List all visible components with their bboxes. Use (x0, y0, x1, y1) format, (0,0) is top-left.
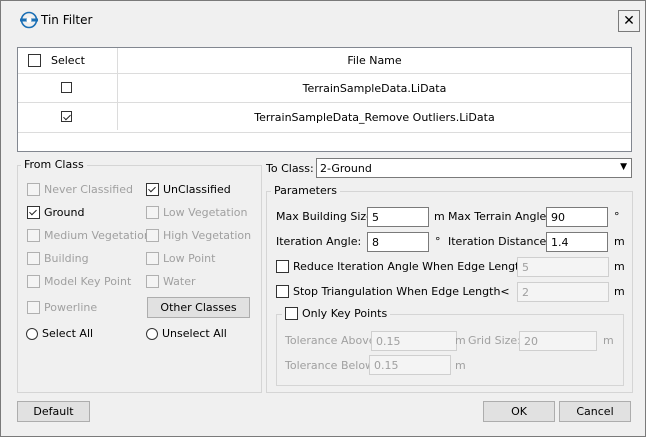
close-button[interactable]: ✕ (618, 10, 640, 32)
unit-label: ° (435, 235, 441, 248)
unit-label: m (603, 334, 614, 347)
grid-size-label: Grid Size: (468, 334, 521, 347)
max-terrain-angle-label: Max Terrain Angle: (448, 210, 550, 223)
grid-size-input[interactable]: 20 (519, 331, 597, 351)
checkbox[interactable] (276, 285, 289, 298)
to-class-value: 2-Ground (320, 161, 372, 175)
reduce-iteration-input[interactable]: 5 (517, 257, 609, 277)
tolerance-below-input[interactable]: 0.15 (369, 355, 451, 375)
to-class-label: To Class: (266, 162, 314, 175)
class-high-vegetation[interactable]: High Vegetation (146, 229, 251, 242)
checkbox[interactable] (27, 275, 40, 288)
checkbox[interactable] (27, 252, 40, 265)
checkbox[interactable] (276, 260, 289, 273)
stop-triangulation-checkbox[interactable]: Stop Triangulation When Edge Length< (276, 285, 510, 298)
unit-label: m (455, 334, 466, 347)
close-icon: ✕ (623, 13, 635, 29)
class-low-point[interactable]: Low Point (146, 252, 215, 265)
tolerance-below-label: Tolerance Below (285, 359, 375, 372)
class-low-vegetation[interactable]: Low Vegetation (146, 206, 247, 219)
class-never-classified[interactable]: Never Classified (27, 183, 133, 196)
ok-button[interactable]: OK (483, 401, 555, 422)
row-checkbox[interactable] (61, 111, 72, 122)
table-row[interactable]: TerrainSampleData.LiData (18, 73, 631, 103)
checkbox[interactable] (146, 252, 159, 265)
max-terrain-angle-input[interactable]: 90 (546, 207, 608, 227)
unit-label: ° (614, 210, 620, 223)
checkbox[interactable] (146, 275, 159, 288)
class-medium-vegetation[interactable]: Medium Vegetation (27, 229, 151, 242)
cancel-button[interactable]: Cancel (559, 401, 631, 422)
unselect-all-radio[interactable]: Unselect All (146, 327, 227, 340)
tolerance-above-input[interactable]: 0.15 (371, 331, 457, 351)
select-all-header[interactable]: Select (28, 48, 85, 73)
from-class-title: From Class (21, 158, 87, 171)
checkbox[interactable] (146, 206, 159, 219)
class-powerline[interactable]: Powerline (27, 301, 97, 314)
app-logo-icon (19, 11, 39, 29)
tolerance-above-label: Tolerance Above (285, 334, 376, 347)
other-classes-button[interactable]: Other Classes (147, 297, 250, 318)
radio[interactable] (26, 327, 38, 340)
max-building-size-label: Max Building Size: (276, 210, 377, 223)
file-name-cell: TerrainSampleData.LiData (302, 82, 447, 95)
class-unclassified[interactable]: UnClassified (146, 183, 231, 196)
header-checkbox[interactable] (28, 54, 41, 67)
checkbox[interactable] (285, 307, 298, 320)
table-row[interactable]: TerrainSampleData_Remove Outliers.LiData (18, 102, 631, 133)
checkbox[interactable] (146, 183, 159, 196)
checkbox[interactable] (146, 229, 159, 242)
only-key-points-checkbox[interactable]: Only Key Points (282, 307, 391, 320)
checkbox[interactable] (27, 301, 40, 314)
row-checkbox[interactable] (61, 82, 72, 93)
reduce-iteration-checkbox[interactable]: Reduce Iteration Angle When Edge Length< (276, 260, 536, 273)
unit-label: m (434, 210, 445, 223)
unit-label: m (614, 285, 625, 298)
class-water[interactable]: Water (146, 275, 196, 288)
file-table: Select File Name TerrainSampleData.LiDat… (17, 47, 632, 152)
class-model-key-point[interactable]: Model Key Point (27, 275, 131, 288)
select-column-header: Select (51, 54, 85, 67)
iteration-angle-label: Iteration Angle: (276, 235, 362, 248)
chevron-down-icon: ▼ (620, 162, 627, 172)
file-name-column-header: File Name (347, 54, 402, 67)
tin-filter-dialog: Tin Filter ✕ Select File Name TerrainSam… (0, 0, 646, 437)
to-class-dropdown[interactable]: 2-Ground ▼ (316, 158, 632, 178)
unit-label: m (614, 235, 625, 248)
iteration-distance-input[interactable]: 1.4 (546, 232, 608, 252)
class-ground[interactable]: Ground (27, 206, 84, 219)
unit-label: m (614, 260, 625, 273)
default-button[interactable]: Default (17, 401, 90, 422)
checkbox[interactable] (27, 206, 40, 219)
window-title: Tin Filter (41, 13, 93, 27)
checkbox[interactable] (27, 229, 40, 242)
iteration-angle-input[interactable]: 8 (367, 232, 429, 252)
unit-label: m (455, 359, 466, 372)
file-name-cell: TerrainSampleData_Remove Outliers.LiData (254, 111, 495, 124)
parameters-title: Parameters (271, 184, 340, 197)
max-building-size-input[interactable]: 5 (367, 207, 429, 227)
radio[interactable] (146, 327, 158, 340)
class-building[interactable]: Building (27, 252, 89, 265)
iteration-distance-label: Iteration Distance: (448, 235, 550, 248)
stop-triangulation-input[interactable]: 2 (517, 282, 609, 302)
checkbox[interactable] (27, 183, 40, 196)
select-all-radio[interactable]: Select All (26, 327, 93, 340)
